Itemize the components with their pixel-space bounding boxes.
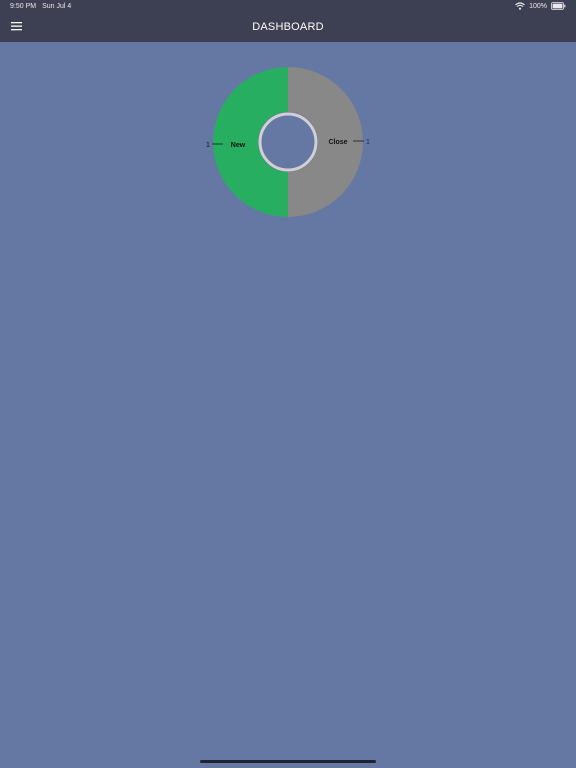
status-left: 9:50 PM Sun Jul 4 [10, 3, 71, 10]
page-title: DASHBOARD [252, 21, 324, 33]
nav-bar: DASHBOARD [0, 14, 576, 42]
wifi-icon [515, 2, 525, 10]
status-time: 9:50 PM [10, 3, 37, 10]
home-indicator[interactable] [200, 760, 376, 763]
battery-icon [551, 2, 566, 10]
slice-value-new: 1 [206, 142, 210, 149]
donut-hole [258, 112, 318, 172]
slice-value-close: 1 [366, 139, 370, 146]
chart-area: New 1 Close 1 [0, 42, 576, 242]
status-date: Sun Jul 4 [42, 3, 72, 10]
donut-chart: New 1 Close 1 [206, 67, 370, 217]
slice-label-new: New [231, 142, 246, 149]
slice-label-close: Close [328, 139, 347, 146]
status-bar: 9:50 PM Sun Jul 4 100% [0, 0, 576, 14]
battery-percent: 100% [529, 2, 547, 10]
status-right: 100% [515, 2, 566, 10]
